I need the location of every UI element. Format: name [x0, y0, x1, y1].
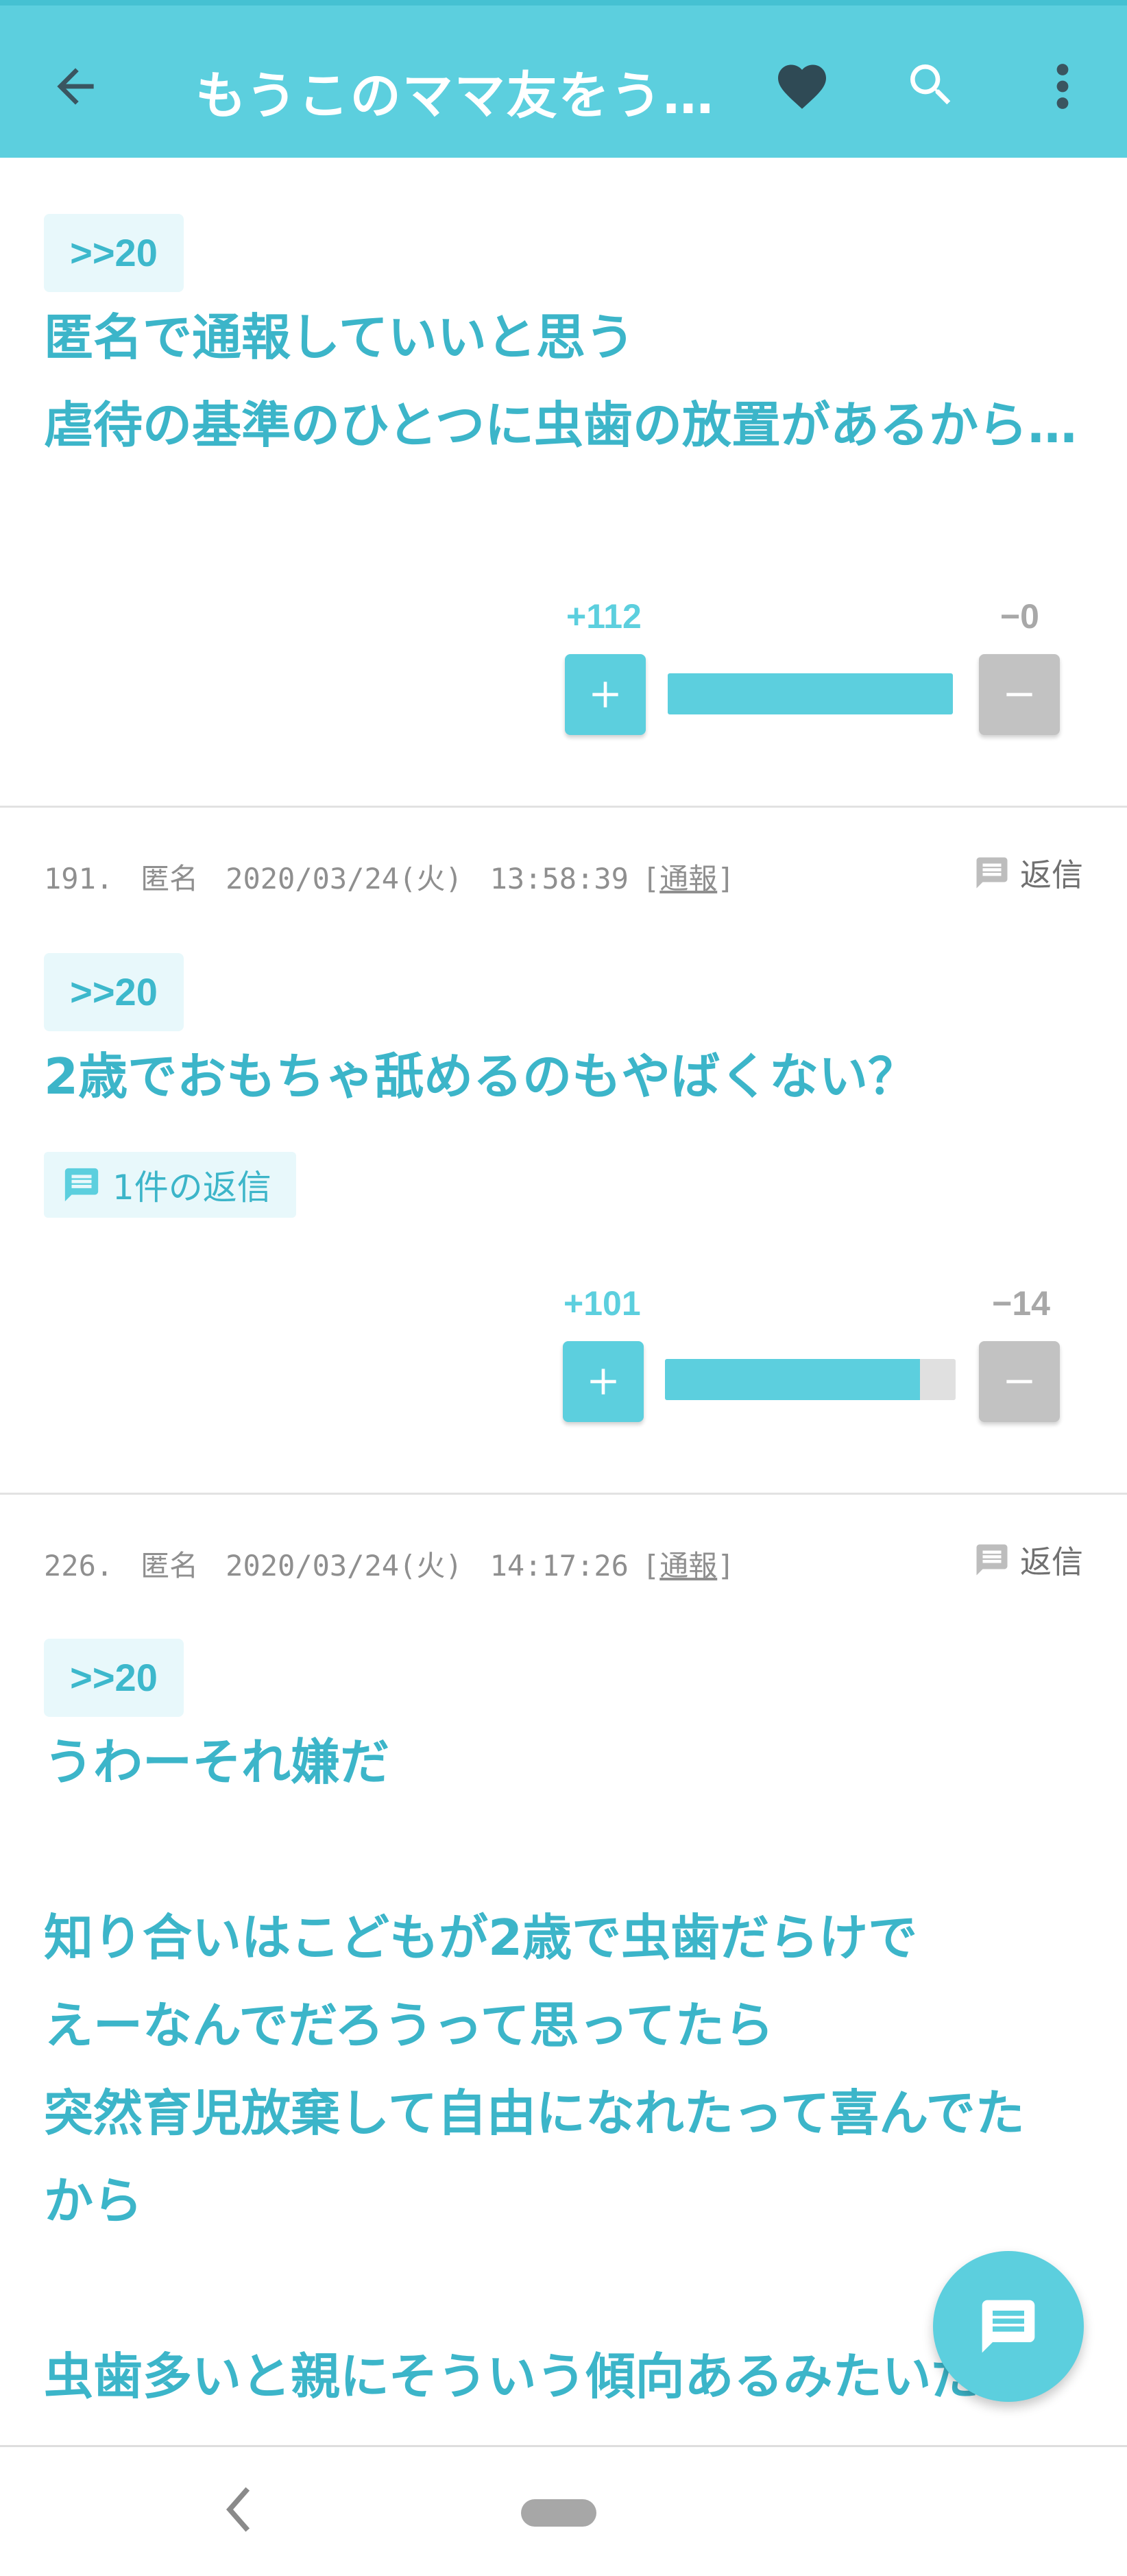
comment-card: 191. 匿名 2020/03/24(火) 13:58:39 [通報] 返信 >>20 … [0, 808, 1127, 1495]
vote-ratio-bar [665, 1359, 956, 1400]
comment-date: 2020/03/24(火) [226, 1549, 463, 1582]
reply-count-button[interactable]: 1件の返信 [44, 1152, 296, 1218]
nav-back-button[interactable] [218, 2479, 262, 2540]
comment-meta: 226. 匿名 2020/03/24(火) 14:17:26 [通報] [44, 1543, 735, 1585]
app-bar: もうこのママ友をう… [0, 0, 1127, 158]
plus-icon [590, 1369, 616, 1395]
nav-back-icon [226, 2487, 250, 2532]
vote-ratio-bar [668, 673, 953, 714]
report-bracket-close: ] [717, 1549, 735, 1582]
reply-comment-icon [976, 1544, 1008, 1576]
comment-icon [64, 1168, 99, 1202]
plus-count: +101 [564, 1284, 641, 1323]
vote-plus-button[interactable] [563, 1341, 644, 1422]
report-bracket-open: [ [642, 862, 660, 895]
reply-count-label: 1件の返信 [112, 1168, 271, 1207]
comment-author: 匿名 [141, 862, 199, 895]
comment-meta: 191. 匿名 2020/03/24(火) 13:58:39 [通報] [44, 856, 735, 898]
search-icon [910, 64, 951, 105]
system-nav-bar [0, 2445, 1127, 2576]
report-link[interactable]: 通報 [659, 862, 717, 895]
comment-date: 2020/03/24(火) [226, 862, 463, 895]
more-vert-icon [1056, 64, 1069, 109]
page-title: もうこのママ友をう… [195, 67, 715, 125]
comment-author: 匿名 [141, 1549, 199, 1582]
reply-button[interactable]: 返信 [973, 1537, 1083, 1582]
anchor-link[interactable]: >>20 [44, 214, 184, 292]
reply-label: 返信 [1020, 1543, 1083, 1580]
home-pill-icon[interactable] [521, 2499, 596, 2527]
comment-time: 14:17:26 [489, 1549, 629, 1582]
minus-icon [1006, 693, 1032, 697]
comment-text: 2歳でおもちゃ舐めるのもやばくない？ [44, 1048, 918, 1105]
report-bracket-open: [ [642, 1549, 660, 1582]
vote-plus-button[interactable] [565, 654, 646, 735]
comment-number: 191. [44, 862, 114, 895]
reply-label: 返信 [1020, 856, 1083, 893]
minus-count: −14 [992, 1284, 1050, 1323]
report-link[interactable]: 通報 [659, 1549, 717, 1582]
heart-icon [778, 64, 826, 109]
more-menu-button[interactable] [1043, 58, 1082, 115]
comment-text: 匿名で通報していいと思う 虐待の基準のひとつに虫歯の放置があるから… [44, 309, 1077, 454]
reply-comment-icon [976, 857, 1008, 889]
vote-minus-button[interactable] [979, 1341, 1060, 1422]
back-button[interactable] [48, 59, 103, 114]
comment-time: 13:58:39 [489, 862, 629, 895]
new-comment-fab[interactable] [933, 2251, 1084, 2402]
vote-ratio-fill [668, 673, 953, 714]
arrow-back-icon [57, 68, 94, 105]
anchor-link[interactable]: >>20 [44, 953, 184, 1031]
comment-number: 226. [44, 1549, 114, 1582]
comment-icon [982, 2300, 1035, 2353]
comment-text: うわーそれ嫌だ 知り合いはこどもが2歳で虫歯だらけで えーなんでだろうって思って… [44, 1733, 1025, 2405]
comment-card: >>20 匿名で通報していいと思う 虐待の基準のひとつに虫歯の放置があるから… … [0, 158, 1127, 808]
favorite-button[interactable] [773, 58, 831, 115]
plus-icon [592, 682, 618, 708]
minus-count: −0 [999, 597, 1039, 636]
vote-minus-button[interactable] [979, 654, 1060, 735]
minus-icon [1006, 1380, 1032, 1384]
reply-button[interactable]: 返信 [973, 850, 1083, 895]
vote-ratio-fill [665, 1359, 921, 1400]
anchor-link[interactable]: >>20 [44, 1639, 184, 1717]
plus-count: +112 [566, 597, 642, 636]
report-bracket-close: ] [717, 862, 735, 895]
search-button[interactable] [904, 58, 958, 112]
